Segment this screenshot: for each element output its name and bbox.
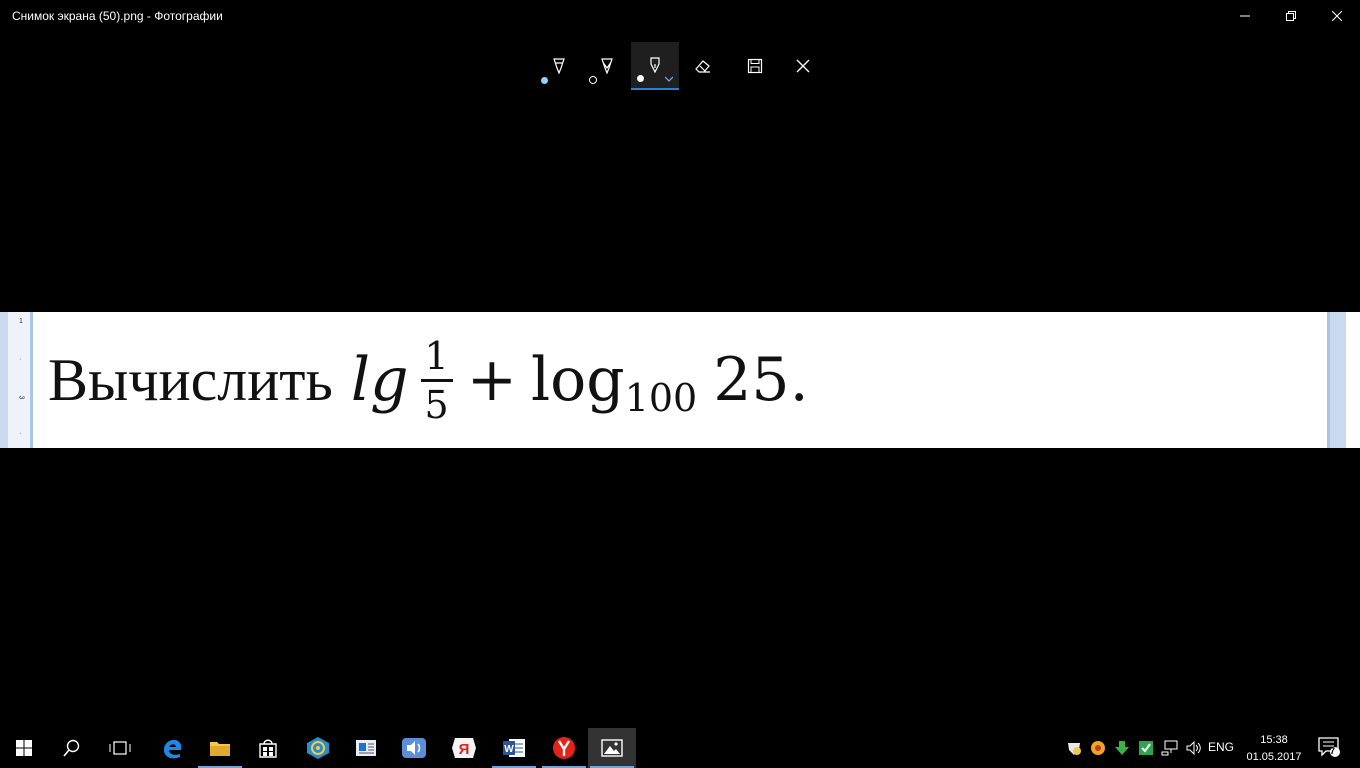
notification-icon <box>1318 737 1340 757</box>
svg-text:Я: Я <box>459 741 470 758</box>
store-button[interactable] <box>244 728 292 768</box>
formula-log-base: 100 <box>624 376 698 420</box>
ballpoint-pen-tool[interactable] <box>535 42 583 90</box>
download-arrow-icon <box>1115 741 1129 755</box>
restore-icon <box>1286 11 1296 21</box>
window-title: Снимок экрана (50).png - Фотографии <box>12 9 223 23</box>
formula-word: Вычислить <box>48 346 333 413</box>
network-button[interactable] <box>1158 728 1182 768</box>
folder-icon <box>210 742 230 756</box>
calligraphy-pen-tool[interactable] <box>631 42 679 90</box>
clock-time: 15:38 <box>1260 734 1288 746</box>
store-bag-icon <box>259 739 277 758</box>
ruler-edge <box>0 312 8 448</box>
search-icon <box>63 739 80 757</box>
tray-app-icon[interactable] <box>1086 728 1110 768</box>
shield-check-icon <box>1068 743 1081 755</box>
volume-icon <box>1186 740 1201 756</box>
vertical-ruler: 1 · 3 · <box>8 312 33 448</box>
system-tray <box>1062 728 1206 768</box>
windows-logo-icon <box>16 740 32 756</box>
formula-argument: 25. <box>713 345 809 415</box>
action-center-button[interactable] <box>1318 736 1340 763</box>
close-icon <box>796 59 810 73</box>
tray-app-icon[interactable] <box>1062 728 1086 768</box>
clock-date: 01.05.2017 <box>1246 751 1302 763</box>
right-frame-inner <box>1346 312 1360 448</box>
edge-browser-icon <box>164 739 182 759</box>
close-window-button[interactable] <box>1314 0 1360 32</box>
eraser-icon <box>695 60 710 73</box>
taskbar: Я W ENG 15:38 01.05.2017 7 <box>0 728 1360 768</box>
photos-icon <box>601 739 623 757</box>
fraction-numerator: 1 <box>420 337 453 382</box>
file-explorer-button[interactable] <box>196 728 244 768</box>
calligraphy-color-dot <box>637 75 644 82</box>
pencil-icon <box>601 58 613 74</box>
calligraphy-pen-icon <box>650 57 660 73</box>
chevron-down-icon <box>665 76 673 82</box>
tray-app-icon[interactable] <box>1134 728 1158 768</box>
ballpoint-pen-icon <box>553 58 565 74</box>
minimize-button[interactable] <box>1222 0 1268 32</box>
yandex-icon: Я <box>452 738 476 758</box>
eraser-tool[interactable] <box>679 42 727 90</box>
word-button[interactable]: W <box>490 728 538 768</box>
task-view-button[interactable] <box>96 728 144 768</box>
task-view-icon <box>109 741 131 755</box>
fraction-denominator: 5 <box>424 382 449 427</box>
svg-text:W: W <box>504 744 514 755</box>
save-tool[interactable] <box>731 42 779 90</box>
search-button[interactable] <box>48 728 96 768</box>
math-formula: Вычислить lg 1 5 + log 100 25. <box>48 312 809 448</box>
pencil-tool[interactable] <box>583 42 631 90</box>
formula-lg: lg <box>350 345 409 415</box>
notification-count: 7 <box>1330 746 1336 756</box>
clock[interactable]: 15:38 01.05.2017 <box>1244 732 1304 766</box>
photo-image: 1 · 3 · Вычислить lg 1 5 + log 100 25. <box>0 312 1360 448</box>
news-icon <box>356 740 376 756</box>
tray-app-icon[interactable] <box>1110 728 1134 768</box>
volume-button[interactable] <box>1182 728 1206 768</box>
formula-log: log <box>530 345 625 415</box>
pencil-color-dot <box>589 76 597 84</box>
word-icon: W <box>503 739 525 757</box>
minimize-icon <box>1240 15 1250 17</box>
ruler-mark: · <box>19 430 22 437</box>
photos-button[interactable] <box>588 728 636 768</box>
network-icon <box>1161 740 1178 756</box>
ruler-mark: 3 <box>17 395 25 400</box>
yandex-browser-button[interactable] <box>540 728 588 768</box>
speaker-icon <box>402 738 426 758</box>
edge-button[interactable] <box>148 728 196 768</box>
ruler-mark: · <box>19 356 22 363</box>
save-icon <box>747 58 763 74</box>
title-bar: Снимок экрана (50).png - Фотографии <box>0 0 1360 32</box>
yandex-app-button[interactable]: Я <box>440 728 488 768</box>
sound-app-button[interactable] <box>390 728 438 768</box>
right-frame <box>1327 312 1360 448</box>
news-app-button[interactable] <box>342 728 390 768</box>
flower-icon <box>1091 741 1105 755</box>
ruler-mark: 1 <box>19 318 23 325</box>
restore-button[interactable] <box>1268 0 1314 32</box>
formula-fraction: 1 5 <box>420 337 453 427</box>
formula-plus: + <box>466 345 517 415</box>
pen-color-dot <box>541 77 548 84</box>
close-icon <box>1332 11 1342 21</box>
start-button[interactable] <box>0 728 48 768</box>
checkmark-icon <box>1139 741 1153 755</box>
mail-agent-button[interactable] <box>294 728 342 768</box>
language-indicator[interactable]: ENG <box>1208 740 1234 754</box>
mail-agent-icon <box>307 737 329 759</box>
close-ink-tool[interactable] <box>779 42 827 90</box>
yandex-browser-icon <box>553 737 575 759</box>
